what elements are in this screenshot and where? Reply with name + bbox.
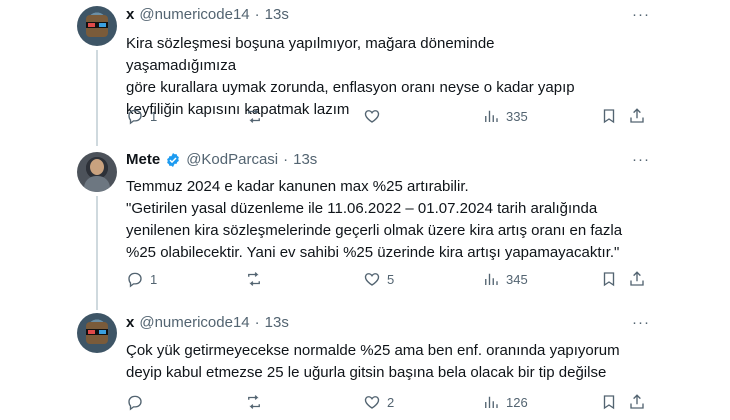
- more-icon[interactable]: ···: [632, 314, 650, 331]
- tweet-header: Mete @KodParcasi · 13s: [126, 151, 317, 168]
- retweet-button[interactable]: [245, 270, 269, 288]
- bookmark-button[interactable]: [600, 393, 618, 411]
- tweet-text: Temmuz 2024 e kadar kanunen max %25 artı…: [126, 176, 646, 264]
- display-name[interactable]: x: [126, 6, 134, 23]
- like-count: 2: [387, 394, 395, 410]
- reply-count: 1: [150, 271, 158, 287]
- views-button[interactable]: 345: [482, 270, 528, 288]
- share-button[interactable]: [628, 270, 646, 288]
- tweet-3[interactable]: x @numericode14 · 13s ··· Çok yük getirm…: [0, 310, 730, 420]
- verified-badge-icon: [167, 152, 180, 167]
- action-bar: 1 335: [120, 107, 644, 127]
- views-count: 126: [506, 394, 528, 410]
- reply-count: 1: [150, 108, 158, 124]
- bookmark-icon: [603, 395, 615, 410]
- avatar-lens-red: [88, 23, 95, 27]
- like-icon: [364, 396, 380, 409]
- action-bar: 1 5 345: [120, 270, 644, 290]
- user-handle[interactable]: @numericode14: [139, 314, 249, 331]
- tweet-header: x @numericode14 · 13s: [126, 314, 289, 331]
- like-button[interactable]: 2: [363, 393, 394, 411]
- user-handle[interactable]: @KodParcasi: [186, 151, 278, 168]
- tweet-body: Çok yük getirmeyecekse normalde %25 ama …: [126, 342, 620, 381]
- separator-dot: ·: [254, 314, 260, 331]
- reply-icon: [128, 395, 142, 411]
- avatar-lens-blue: [99, 23, 106, 27]
- like-count: 5: [387, 271, 395, 287]
- views-button[interactable]: 335: [482, 107, 528, 125]
- user-handle[interactable]: @numericode14: [139, 6, 249, 23]
- tweet-text: Çok yük getirmeyecekse normalde %25 ama …: [126, 340, 646, 384]
- action-bar: 2 126: [120, 393, 644, 413]
- avatar[interactable]: [77, 6, 117, 46]
- retweet-icon: [248, 395, 260, 409]
- bookmark-icon: [603, 109, 615, 124]
- retweet-button[interactable]: [245, 107, 269, 125]
- reply-icon: [128, 272, 142, 288]
- timestamp[interactable]: 13s: [293, 151, 317, 168]
- bookmark-button[interactable]: [600, 270, 618, 288]
- views-icon: [485, 396, 498, 408]
- avatar-lens-blue: [99, 330, 106, 334]
- more-icon[interactable]: ···: [632, 6, 650, 23]
- like-button[interactable]: [363, 107, 387, 125]
- views-count: 335: [506, 108, 528, 124]
- share-icon: [630, 394, 644, 409]
- reply-icon: [128, 109, 142, 125]
- views-count: 345: [506, 271, 528, 287]
- reply-button[interactable]: 1: [126, 107, 157, 125]
- thread-line-top: [96, 140, 98, 146]
- more-icon[interactable]: ···: [632, 151, 650, 168]
- avatar-head: [90, 159, 104, 175]
- avatar[interactable]: [77, 313, 117, 353]
- separator-dot: ·: [283, 151, 289, 168]
- views-icon: [485, 273, 498, 285]
- retweet-icon: [248, 109, 260, 123]
- tweet-1[interactable]: x @numericode14 · 13s ··· Kira sözleşmes…: [0, 0, 730, 142]
- share-icon: [630, 271, 644, 286]
- tweet-2[interactable]: Mete @KodParcasi · 13s ··· Temmuz 2024 e…: [0, 140, 730, 310]
- retweet-icon: [248, 272, 260, 286]
- share-icon: [630, 108, 644, 123]
- thread-line: [96, 50, 98, 142]
- views-button[interactable]: 126: [482, 393, 528, 411]
- display-name[interactable]: x: [126, 314, 134, 331]
- avatar-body: [84, 176, 110, 192]
- timestamp[interactable]: 13s: [265, 6, 289, 23]
- views-icon: [485, 110, 498, 122]
- share-button[interactable]: [628, 393, 646, 411]
- thread-line: [96, 196, 98, 310]
- avatar[interactable]: [77, 152, 117, 192]
- like-icon: [364, 273, 380, 286]
- avatar-lens-red: [88, 330, 95, 334]
- display-name[interactable]: Mete: [126, 151, 160, 168]
- share-button[interactable]: [628, 107, 646, 125]
- bookmark-button[interactable]: [600, 107, 618, 125]
- like-button[interactable]: 5: [363, 270, 394, 288]
- bookmark-icon: [603, 272, 615, 287]
- reply-button[interactable]: [126, 393, 150, 411]
- like-icon: [364, 110, 380, 123]
- tweet-body: Temmuz 2024 e kadar kanunen max %25 artı…: [126, 178, 623, 261]
- reply-button[interactable]: 1: [126, 270, 157, 288]
- timestamp[interactable]: 13s: [265, 314, 289, 331]
- separator-dot: ·: [254, 6, 260, 23]
- retweet-button[interactable]: [245, 393, 269, 411]
- tweet-header: x @numericode14 · 13s: [126, 6, 289, 23]
